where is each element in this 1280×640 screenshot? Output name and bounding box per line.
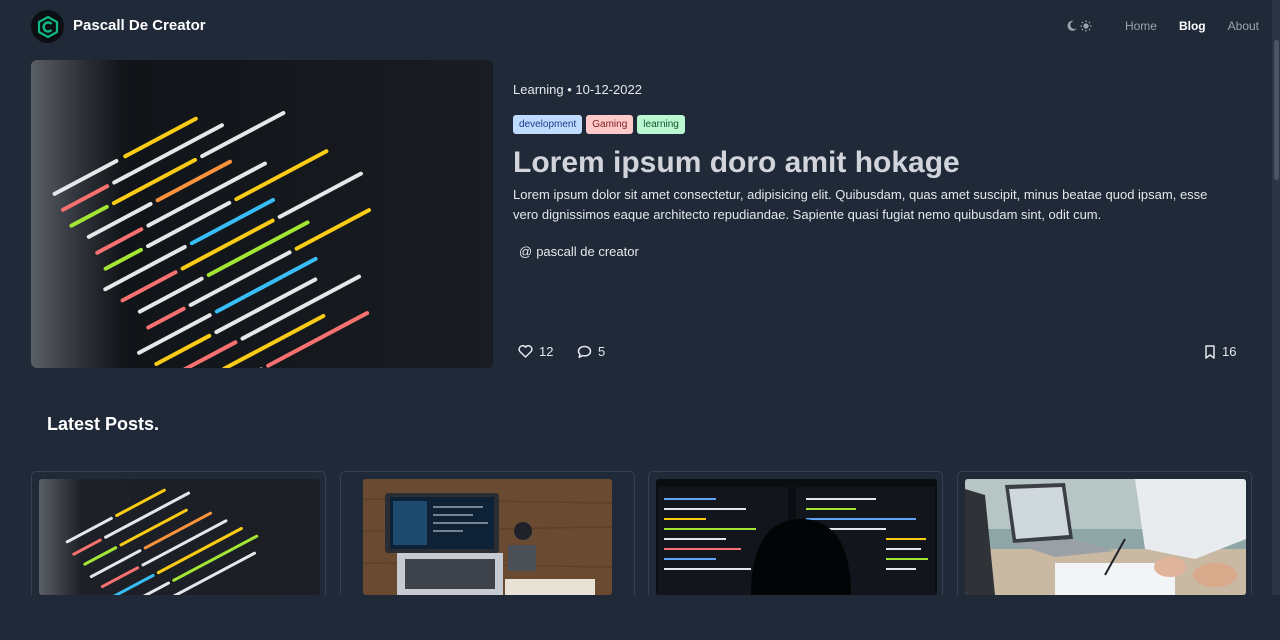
logo-icon bbox=[37, 15, 58, 38]
sun-icon bbox=[1080, 20, 1092, 32]
post-card-image[interactable] bbox=[965, 479, 1246, 595]
nav-home-link[interactable]: Home bbox=[1125, 19, 1157, 33]
comment-icon bbox=[577, 345, 592, 358]
office-laptop-thumbnail bbox=[965, 479, 1246, 595]
post-card[interactable] bbox=[340, 471, 635, 611]
brand-name[interactable]: Pascall De Creator bbox=[73, 17, 206, 34]
latest-posts-heading: Latest Posts. bbox=[47, 414, 160, 434]
bookmark-icon bbox=[1205, 344, 1215, 359]
comment-button[interactable]: 5 bbox=[577, 344, 605, 359]
post-tags: development Gaming learning bbox=[513, 115, 685, 134]
featured-post-title[interactable]: Lorem ipsum doro amit hokage bbox=[513, 146, 960, 180]
bookmark-count: 16 bbox=[1222, 344, 1237, 359]
like-count: 12 bbox=[539, 344, 554, 359]
author-name: pascall de creator bbox=[536, 244, 639, 259]
brand-logo[interactable] bbox=[31, 10, 64, 43]
post-card-image[interactable] bbox=[39, 479, 320, 595]
post-card-image[interactable] bbox=[363, 479, 612, 595]
page-bottom bbox=[0, 595, 1280, 640]
post-author[interactable]: @ pascall de creator bbox=[519, 244, 639, 259]
nav-links: Home Blog About bbox=[1125, 19, 1259, 33]
tag-learning[interactable]: learning bbox=[637, 115, 685, 134]
top-navbar: Pascall De Creator Home Blog About bbox=[0, 0, 1280, 52]
post-category[interactable]: Learning bbox=[513, 82, 564, 97]
post-card[interactable] bbox=[957, 471, 1252, 611]
code-screen-thumbnail bbox=[39, 479, 320, 595]
nav-blog-link[interactable]: Blog bbox=[1179, 19, 1206, 33]
bookmark-button[interactable]: 16 bbox=[1204, 344, 1236, 359]
post-date: 10-12-2022 bbox=[575, 82, 642, 97]
hacker-screens-thumbnail bbox=[656, 479, 937, 595]
meta-separator: • bbox=[567, 82, 572, 97]
heart-icon bbox=[518, 345, 533, 358]
author-at-symbol: @ bbox=[519, 244, 533, 259]
featured-post-excerpt: Lorem ipsum dolor sit amet consectetur, … bbox=[513, 187, 1208, 222]
nav-about-link[interactable]: About bbox=[1228, 19, 1259, 33]
post-meta: Learning • 10-12-2022 bbox=[513, 82, 642, 97]
scrollbar-thumb[interactable] bbox=[1274, 40, 1279, 180]
post-card[interactable] bbox=[648, 471, 943, 611]
tag-development[interactable]: development bbox=[513, 115, 583, 134]
featured-post-image[interactable] bbox=[31, 60, 493, 368]
moon-icon bbox=[1067, 20, 1077, 31]
tag-gaming[interactable]: Gaming bbox=[586, 115, 634, 134]
post-card-image[interactable] bbox=[656, 479, 937, 595]
comment-count: 5 bbox=[598, 344, 606, 359]
like-button[interactable]: 12 bbox=[518, 344, 553, 359]
page-scrollbar[interactable] bbox=[1272, 0, 1280, 595]
post-card[interactable] bbox=[31, 471, 326, 611]
code-screen-image bbox=[31, 60, 493, 368]
theme-toggle[interactable] bbox=[1066, 18, 1092, 34]
laptop-desk-thumbnail bbox=[363, 479, 612, 595]
